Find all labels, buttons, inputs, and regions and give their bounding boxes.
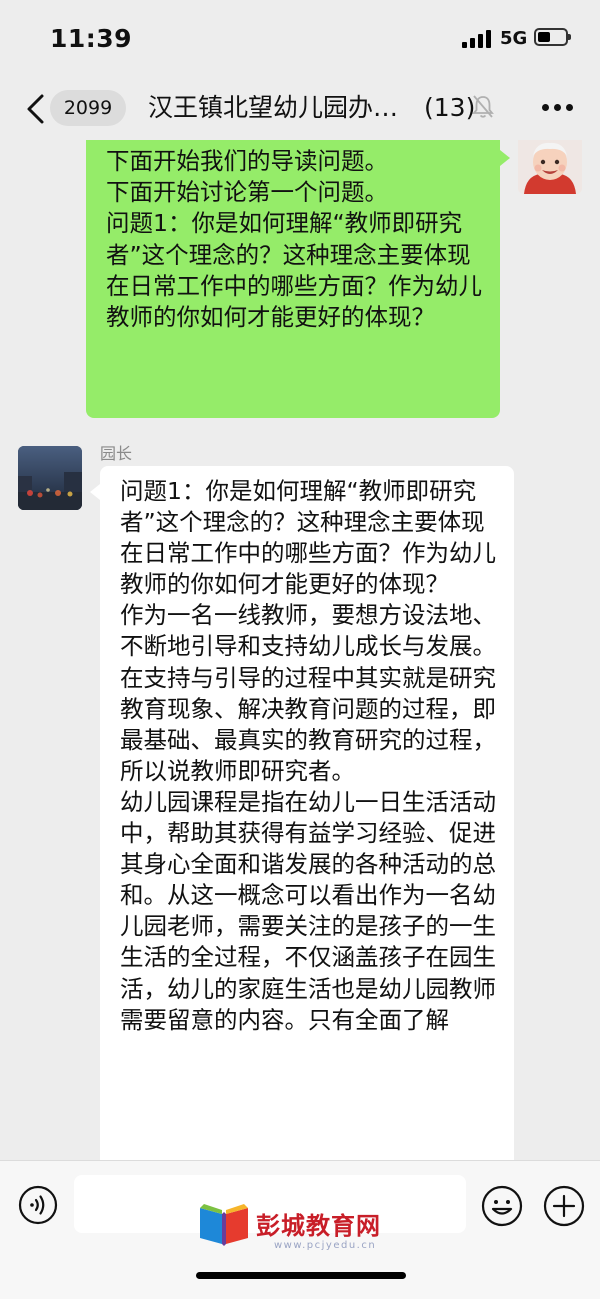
- chat-title[interactable]: 汉王镇北望幼儿园办…: [148, 90, 398, 126]
- chevron-left-icon[interactable]: [22, 92, 52, 126]
- network-type: 5G: [500, 28, 528, 49]
- watermark: 彭城教育网 www.pcjyedu.cn: [196, 1196, 410, 1254]
- my-message-bubble[interactable]: 下面开始我们的导读问题。 下面开始讨论第一个问题。 问题1：你是如何理解“教师即…: [86, 140, 510, 418]
- watermark-url: www.pcjyedu.cn: [274, 1240, 377, 1251]
- sender-avatar[interactable]: [18, 446, 82, 510]
- sender-name: 园长: [100, 444, 133, 463]
- member-count: (13): [424, 93, 476, 122]
- watermark-text: 彭城教育网: [256, 1212, 381, 1240]
- my-message-text: 下面开始我们的导读问题。 下面开始讨论第一个问题。 问题1：你是如何理解“教师即…: [106, 147, 482, 332]
- plus-icon[interactable]: [543, 1185, 585, 1227]
- more-dots-icon[interactable]: [542, 104, 573, 112]
- received-message-text: 问题1：你是如何理解“教师即研究者”这个理念的？这种理念主要体现在日常工作中的哪…: [120, 477, 496, 1034]
- received-message-bubble[interactable]: 问题1：你是如何理解“教师即研究者”这个理念的？这种理念主要体现在日常工作中的哪…: [100, 466, 514, 1166]
- battery-icon: [534, 28, 571, 46]
- status-time: 11:39: [50, 24, 133, 53]
- battery-level: [538, 32, 550, 42]
- emoji-icon[interactable]: [481, 1185, 523, 1227]
- voice-icon[interactable]: [18, 1185, 58, 1225]
- status-bar: 11:39 5G: [0, 0, 600, 78]
- home-indicator: [196, 1272, 406, 1279]
- bell-muted-icon: [472, 95, 494, 118]
- book-logo-icon: [200, 1204, 248, 1246]
- rainy-street-avatar-image: [18, 446, 82, 510]
- chat-header: 2099 汉王镇北望幼儿园办… (13): [0, 78, 600, 140]
- signal-icon: [462, 30, 492, 48]
- baby-avatar-image: [518, 140, 582, 194]
- unread-count-badge[interactable]: 2099: [50, 90, 126, 126]
- my-avatar[interactable]: [518, 140, 582, 194]
